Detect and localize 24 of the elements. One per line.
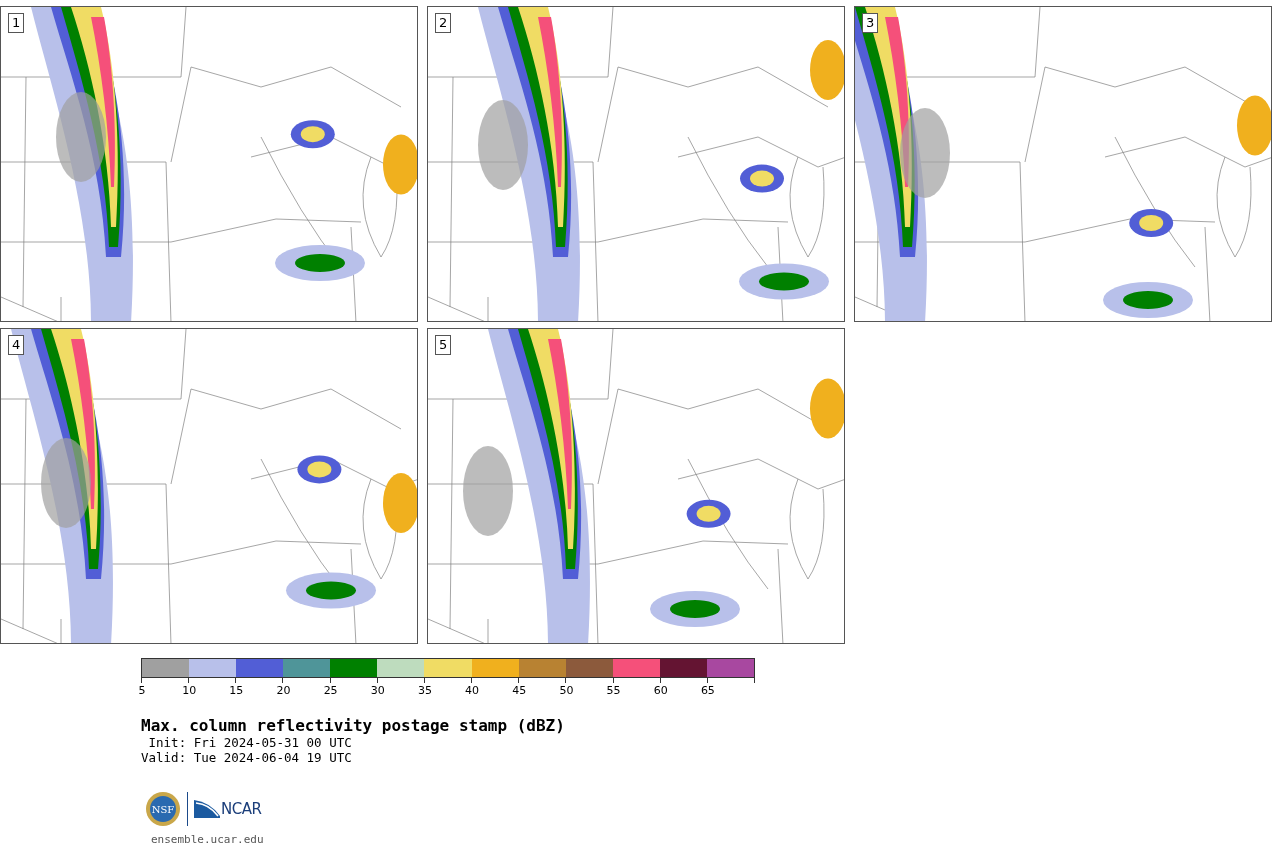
valid-time: Valid: Tue 2024-06-04 19 UTC bbox=[141, 750, 353, 765]
tick-label: 65 bbox=[700, 684, 715, 697]
tick-label: 5 bbox=[138, 684, 146, 697]
tick-label: 25 bbox=[323, 684, 338, 697]
tick-label: 30 bbox=[370, 684, 385, 697]
tick-label: 20 bbox=[276, 684, 291, 697]
panel-number: 3 bbox=[862, 13, 879, 33]
panel-number: 1 bbox=[8, 13, 25, 33]
tick-label: 45 bbox=[512, 684, 527, 697]
org-logo: NCAR bbox=[194, 800, 262, 818]
chart-title: Max. column reflectivity postage stamp (dBZ) bbox=[141, 716, 566, 735]
tick-label: 60 bbox=[653, 684, 668, 697]
seal-logo: NSF bbox=[145, 791, 181, 827]
panel-number: 5 bbox=[435, 335, 452, 355]
tick-label: 35 bbox=[417, 684, 432, 697]
tick-label: 15 bbox=[229, 684, 244, 697]
init-time: Init: Fri 2024-05-31 00 UTC bbox=[147, 735, 353, 750]
tick-label: 10 bbox=[182, 684, 197, 697]
tick-label: 40 bbox=[465, 684, 480, 697]
tick-label: 50 bbox=[559, 684, 574, 697]
panel-number: 4 bbox=[8, 335, 25, 355]
website-url: ensemble.ucar.edu bbox=[151, 833, 265, 844]
panel-number: 2 bbox=[435, 13, 452, 33]
tick-label: 55 bbox=[606, 684, 621, 697]
